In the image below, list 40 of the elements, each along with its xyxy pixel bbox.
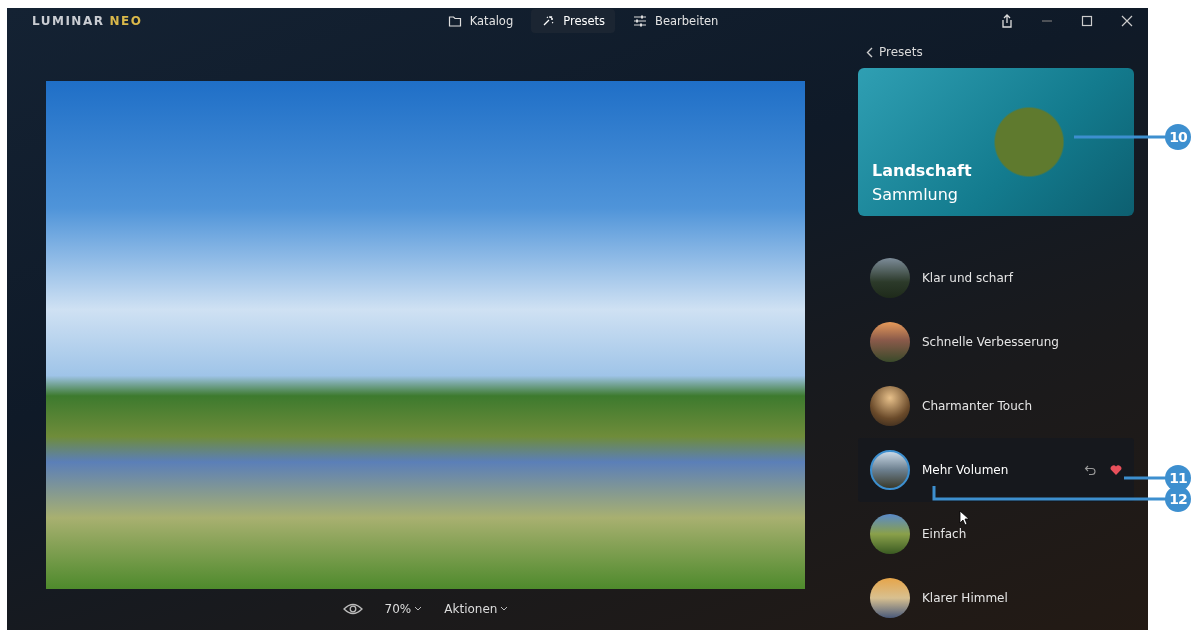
caret-icon	[500, 606, 509, 612]
sparkle-icon	[541, 13, 556, 28]
chevron-left-icon	[866, 46, 873, 58]
folder-icon	[447, 13, 462, 28]
preset-thumbnail	[870, 578, 910, 618]
heart-icon[interactable]	[1110, 464, 1122, 476]
collection-card[interactable]: Landschaft Sammlung	[858, 68, 1134, 216]
nav-tab[interactable]: Katalog	[437, 8, 524, 33]
caret-icon	[414, 606, 423, 612]
collection-subtitle: Sammlung	[872, 184, 959, 206]
preset-thumbnail	[870, 322, 910, 362]
preset-thumbnail	[870, 386, 910, 426]
callout-number: 10	[1165, 124, 1191, 150]
sliders-icon	[633, 13, 648, 28]
preset-item[interactable]: Klarer Himmel	[858, 566, 1134, 630]
nav-tab[interactable]: Presets	[531, 8, 616, 33]
preset-thumbnail	[870, 450, 910, 490]
preset-item[interactable]: Klar und scharf	[858, 246, 1134, 310]
back-link[interactable]: Presets	[858, 45, 923, 59]
preset-item[interactable]: Charmanter Touch	[858, 374, 1134, 438]
eye-icon[interactable]	[342, 603, 363, 615]
collection-title: Landschaft	[872, 160, 973, 182]
cursor-icon	[959, 510, 970, 526]
undo-icon[interactable]	[1084, 464, 1096, 476]
preset-item[interactable]: Schnelle Verbesserung	[858, 310, 1134, 374]
maximize-icon[interactable]	[1080, 13, 1094, 28]
callout-number: 12	[1165, 486, 1191, 512]
close-icon[interactable]	[1120, 13, 1134, 28]
preset-thumbnail	[870, 258, 910, 298]
preset-thumbnail	[870, 514, 910, 554]
nav-tab[interactable]: Bearbeiten	[623, 8, 729, 33]
preset-item[interactable]: Mehr Volumen	[858, 438, 1134, 502]
share-icon[interactable]	[1000, 13, 1014, 28]
logo-text: LUMINAR	[32, 13, 105, 28]
zoom-dropdown[interactable]: 70%	[384, 600, 423, 618]
leader-line	[1124, 476, 1166, 480]
logo-text: NEO	[109, 13, 143, 28]
callout-number: 11	[1165, 465, 1191, 491]
actions-dropdown[interactable]: Aktionen	[444, 600, 509, 618]
preset-item[interactable]: Einfach	[858, 502, 1134, 566]
